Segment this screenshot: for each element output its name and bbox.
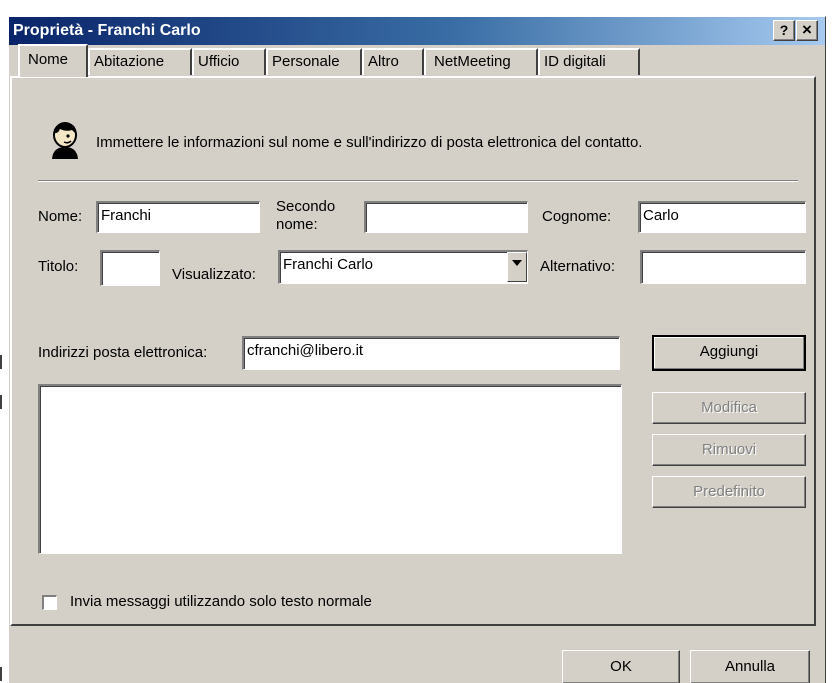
tab-personale[interactable]: Personale — [266, 48, 362, 75]
ok-button[interactable]: OK — [562, 650, 680, 683]
intro-separator — [38, 180, 798, 182]
titolo-label: Titolo: — [38, 258, 79, 275]
visualizzato-select[interactable]: Franchi Carlo — [278, 250, 528, 284]
close-button[interactable]: × — [796, 20, 818, 41]
visualizzato-dropdown-button[interactable] — [507, 252, 527, 282]
nome-label: Nome: — [38, 208, 83, 225]
left-edge-mark — [0, 667, 2, 681]
tab-altro[interactable]: Altro — [362, 48, 424, 75]
close-icon: × — [802, 20, 812, 39]
predefinito-button[interactable]: Predefinito — [652, 476, 806, 508]
tab-netmeeting[interactable]: NetMeeting — [424, 48, 538, 75]
tab-panel-nome: Immettere le informazioni sul nome e sul… — [10, 76, 816, 626]
nome-field[interactable]: Franchi — [96, 201, 260, 233]
secondo-nome-label-1: Secondo — [276, 198, 336, 215]
cognome-label: Cognome: — [542, 208, 612, 225]
tab-nome[interactable]: Nome — [18, 44, 88, 77]
tab-ufficio[interactable]: Ufficio — [192, 48, 266, 75]
alternativo-label: Alternativo: — [540, 258, 616, 275]
plain-text-checkbox[interactable] — [42, 595, 57, 610]
visualizzato-value: Franchi Carlo — [283, 256, 374, 273]
chevron-down-icon — [512, 260, 522, 267]
email-input[interactable]: cfranchi@libero.it — [242, 336, 620, 370]
left-edge-mark — [0, 355, 2, 369]
contact-person-icon — [52, 122, 78, 159]
tab-abitazione[interactable]: Abitazione — [88, 48, 192, 75]
cognome-field[interactable]: Carlo — [638, 201, 806, 233]
plain-text-label: Invia messaggi utilizzando solo testo no… — [70, 593, 372, 610]
help-button[interactable]: ? — [773, 20, 795, 41]
visualizzato-label: Visualizzato: — [172, 266, 256, 283]
email-list[interactable] — [38, 384, 622, 554]
modifica-button[interactable]: Modifica — [652, 392, 806, 424]
secondo-nome-field[interactable] — [364, 201, 528, 233]
rimuovi-button[interactable]: Rimuovi — [652, 434, 806, 466]
tab-id-digitali[interactable]: ID digitali — [538, 48, 640, 75]
secondo-nome-label-2: nome: — [276, 216, 318, 233]
left-edge-mark — [0, 395, 2, 409]
email-label: Indirizzi posta elettronica: — [38, 344, 208, 361]
intro-text: Immettere le informazioni sul nome e sul… — [96, 134, 643, 151]
help-icon: ? — [779, 22, 789, 38]
annulla-button[interactable]: Annulla — [690, 650, 810, 683]
title-bar[interactable]: Proprietà - Franchi Carlo ? × — [9, 17, 825, 45]
alternativo-field[interactable] — [640, 250, 806, 284]
aggiungi-button[interactable]: Aggiungi — [652, 335, 806, 371]
window-title: Proprietà - Franchi Carlo — [13, 22, 201, 39]
titolo-field[interactable] — [100, 250, 160, 286]
